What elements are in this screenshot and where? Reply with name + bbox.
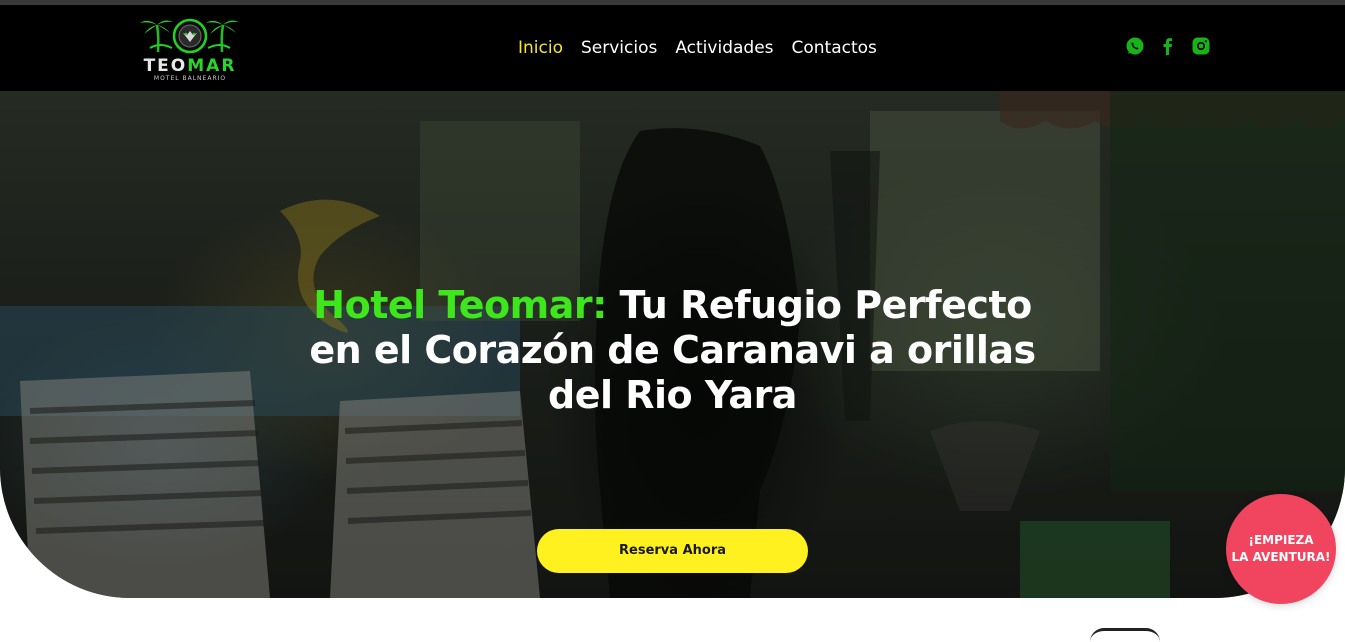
- section-edge-decoration: [1090, 628, 1160, 642]
- logo-wordmark: TEOMAR: [134, 56, 246, 76]
- badge-line-2: LA AVENTURA!: [1231, 550, 1331, 564]
- site-logo[interactable]: TEOMAR MOTEL BALNEARIO: [134, 12, 246, 84]
- nav-item-servicios[interactable]: Servicios: [581, 38, 657, 58]
- logo-wordmark-main: TEO: [143, 56, 188, 76]
- hero-title-highlight: Hotel Teomar:: [313, 283, 607, 327]
- hero-title: Hotel Teomar: Tu Refugio Perfecto en el …: [300, 283, 1045, 418]
- logo-wordmark-accent: MAR: [187, 56, 237, 76]
- main-navigation: Inicio Servicios Actividades Contactos: [518, 38, 877, 58]
- social-links: [1125, 36, 1211, 56]
- badge-line-1: ¡EMPIEZA: [1248, 533, 1314, 547]
- facebook-icon[interactable]: [1158, 36, 1178, 56]
- reserva-ahora-button[interactable]: Reserva Ahora: [537, 529, 808, 573]
- navbar: TEOMAR MOTEL BALNEARIO Inicio Servicios …: [0, 5, 1345, 91]
- nav-item-contactos[interactable]: Contactos: [792, 38, 877, 58]
- empieza-aventura-badge[interactable]: ¡EMPIEZA LA AVENTURA!: [1226, 494, 1336, 604]
- logo-subtitle: MOTEL BALNEARIO: [153, 75, 227, 82]
- hero-section: Hotel Teomar: Tu Refugio Perfecto en el …: [0, 91, 1345, 598]
- whatsapp-icon[interactable]: [1125, 36, 1145, 56]
- nav-item-actividades[interactable]: Actividades: [675, 38, 773, 58]
- nav-item-inicio[interactable]: Inicio: [518, 38, 563, 58]
- instagram-icon[interactable]: [1191, 36, 1211, 56]
